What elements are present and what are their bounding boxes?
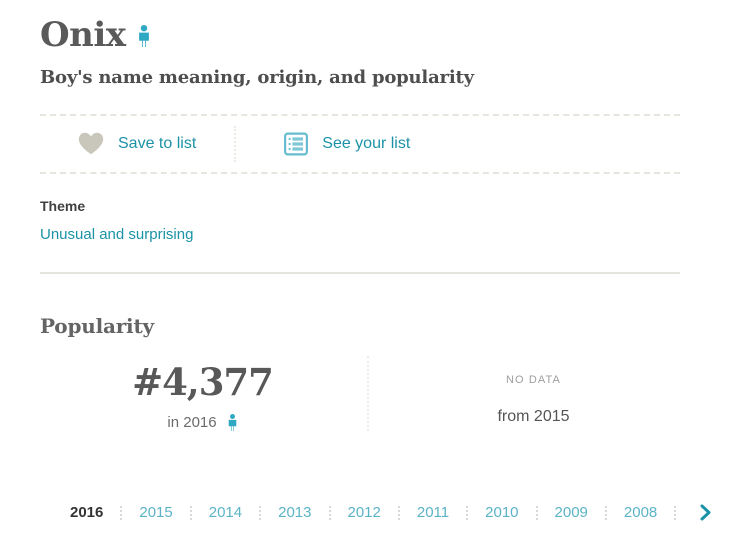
from-year-label: from 2015 xyxy=(497,407,570,425)
year-tab-2015[interactable]: 2015 xyxy=(139,504,172,521)
year-tab-2008[interactable]: 2008 xyxy=(624,504,657,521)
boy-figure-icon xyxy=(227,414,238,432)
action-separator xyxy=(234,125,237,162)
see-your-list-button[interactable]: See your list xyxy=(284,132,410,156)
year-tab-2013[interactable]: 2013 xyxy=(278,504,311,521)
rank-cell-separator xyxy=(367,355,369,432)
year-tab-2009[interactable]: 2009 xyxy=(555,504,588,521)
heart-icon xyxy=(78,132,104,155)
year-separator xyxy=(397,505,400,520)
year-separator xyxy=(604,505,607,520)
year-separator xyxy=(674,505,677,520)
list-icon xyxy=(284,132,309,156)
popularity-heading: Popularity xyxy=(40,313,154,338)
name-title-text: Onix xyxy=(40,15,126,55)
theme-section: Theme Unusual and surprising xyxy=(40,174,690,244)
year-separator xyxy=(189,505,192,520)
year-separator xyxy=(120,505,123,520)
page-title: Onix xyxy=(40,0,690,57)
boy-figure-icon xyxy=(137,25,151,48)
save-to-list-button[interactable]: Save to list xyxy=(78,132,196,155)
theme-value-link[interactable]: Unusual and surprising xyxy=(40,226,193,243)
save-to-list-label: Save to list xyxy=(118,134,197,152)
no-data-label: NO DATA xyxy=(506,373,561,386)
name-detail-page: Onix Boy's name meaning, origin, and pop… xyxy=(0,0,730,545)
see-your-list-label: See your list xyxy=(322,134,411,152)
year-tab-2016[interactable]: 2016 xyxy=(70,504,103,521)
year-navigation: 2016 2015 2014 2013 2012 2011 2010 2009 … xyxy=(70,504,712,521)
year-tab-2011[interactable]: 2011 xyxy=(417,504,449,521)
rank-number: #4,377 xyxy=(132,359,274,404)
action-bar: Save to list See your list xyxy=(40,116,690,172)
rank-primary-cell: #4,377 in 2016 xyxy=(40,356,365,432)
year-separator xyxy=(328,505,331,520)
rank-year-label: in 2016 xyxy=(167,414,217,432)
year-separator xyxy=(466,505,469,520)
year-tab-2010[interactable]: 2010 xyxy=(485,504,518,521)
year-tab-2014[interactable]: 2014 xyxy=(209,504,242,521)
year-separator xyxy=(259,505,262,520)
rank-year-row: in 2016 xyxy=(40,414,365,432)
theme-label: Theme xyxy=(40,197,86,214)
popularity-rank-row: #4,377 in 2016 NO DATA from 2015 xyxy=(40,355,690,432)
chevron-right-icon[interactable] xyxy=(699,504,712,521)
year-tab-2012[interactable]: 2012 xyxy=(348,504,381,521)
rank-secondary-cell: NO DATA from 2015 xyxy=(371,356,696,432)
year-separator xyxy=(535,505,538,520)
page-subtitle: Boy's name meaning, origin, and populari… xyxy=(40,66,474,88)
